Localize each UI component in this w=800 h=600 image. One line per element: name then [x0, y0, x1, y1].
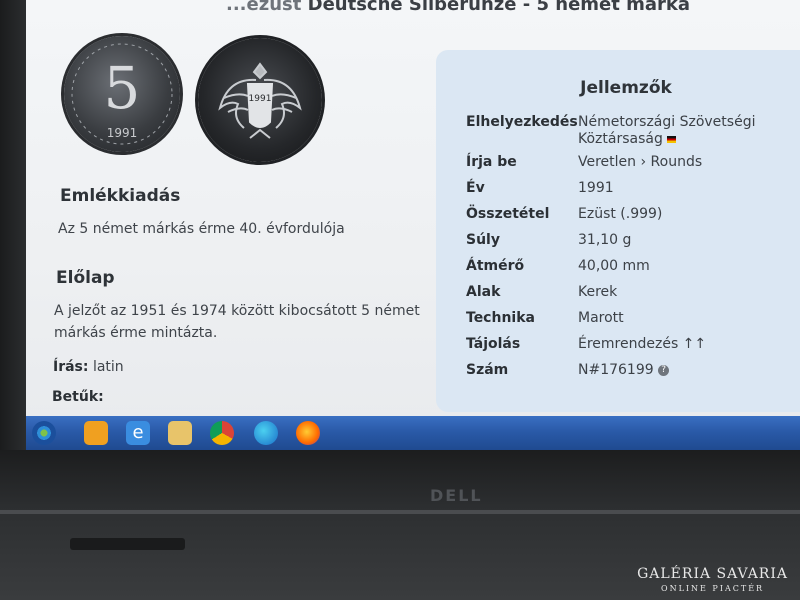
internet-explorer-icon[interactable]: e	[126, 421, 150, 445]
row-composition-value: Ezüst (.999)	[578, 206, 663, 222]
taskbar: e	[26, 416, 800, 450]
media-player-icon[interactable]	[84, 421, 108, 445]
characteristics-title: Jellemzők	[580, 78, 672, 98]
row-year-key: Év	[466, 180, 485, 196]
firefox-icon[interactable]	[296, 421, 320, 445]
browser-viewport: ...ezüst Deutsche Silberunze - 5 német m…	[26, 0, 800, 420]
page-title-sub: Deutsche Silberunze - 5 német márka	[307, 0, 691, 15]
obverse-description: A jelzőt az 1951 és 1974 között kibocsát…	[54, 300, 420, 344]
coin-obverse-image[interactable]: 5 1991	[64, 36, 180, 152]
script-info: Írás: latin	[53, 356, 124, 378]
letters-label: Betűk:	[52, 389, 104, 405]
section-heading-commemorative: Emlékkiadás	[60, 186, 181, 206]
row-diameter-key: Átmérő	[466, 258, 525, 274]
row-year-value: 1991	[578, 180, 614, 196]
laptop-hinge	[70, 538, 185, 550]
coin-reverse-year: 1991	[248, 94, 272, 104]
watermark-line1: GALÉRIA SAVARIA	[637, 566, 788, 582]
coin-obverse-year: 1991	[106, 126, 138, 140]
commemorative-text: Az 5 német márkás érme 40. évfordulója	[58, 221, 345, 237]
row-technique-key: Technika	[466, 310, 535, 326]
laptop-lid-edge	[0, 510, 800, 514]
watermark: GALÉRIA SAVARIA ONLINE PIACTÉR	[637, 566, 788, 593]
watermark-line2: ONLINE PIACTÉR	[661, 584, 765, 593]
file-explorer-icon[interactable]	[168, 421, 192, 445]
row-location-value: Németországi Szövetségi Köztársaság	[578, 114, 756, 147]
letters-info: Betűk:	[52, 386, 104, 408]
row-diameter-value: 40,00 mm	[578, 258, 650, 274]
row-type-key: Írja be	[466, 154, 517, 170]
script-label: Írás:	[53, 359, 89, 375]
row-shape-key: Alak	[466, 284, 501, 300]
obverse-description-line1: A jelzőt az 1951 és 1974 között kibocsát…	[54, 303, 420, 319]
page-title-main: ...ezüst	[226, 0, 302, 15]
chrome-icon[interactable]	[210, 421, 234, 445]
row-weight-key: Súly	[466, 232, 500, 248]
row-weight-value: 31,10 g	[578, 232, 632, 248]
row-number-value: N#176199 ?	[578, 362, 800, 379]
obverse-description-line2: márkás érme mintázta.	[54, 325, 218, 341]
section-heading-obverse: Előlap	[56, 268, 115, 288]
germany-flag-icon	[667, 135, 677, 143]
monitor-bezel	[0, 0, 26, 450]
laptop-logo: DELL	[430, 486, 483, 505]
start-orb-icon[interactable]	[32, 421, 56, 445]
coin-obverse-value: 5	[103, 54, 141, 122]
row-technique-link[interactable]: Marott	[578, 310, 800, 327]
page-title: ...ezüst Deutsche Silberunze - 5 német m…	[226, 0, 690, 15]
row-shape-value: Kerek	[578, 284, 618, 300]
row-location-key: Elhelyezkedés	[466, 114, 578, 130]
coin-reverse-image[interactable]: 1991	[198, 38, 322, 162]
row-number-key: Szám	[466, 362, 509, 378]
row-type-value[interactable]: Veretlen › Rounds	[578, 154, 800, 171]
row-orientation-value: Éremrendezés ↑↑	[578, 336, 707, 352]
help-icon[interactable]: ?	[658, 364, 670, 376]
row-orientation-key: Tájolás	[466, 336, 521, 352]
row-composition-key: Összetétel	[466, 206, 550, 222]
laptop-body: DELL GALÉRIA SAVARIA ONLINE PIACTÉR	[0, 450, 800, 600]
script-value: latin	[92, 359, 124, 375]
edge-icon[interactable]	[254, 421, 278, 445]
characteristics-card: Jellemzők Elhelyezkedés Németországi Szö…	[436, 50, 800, 412]
